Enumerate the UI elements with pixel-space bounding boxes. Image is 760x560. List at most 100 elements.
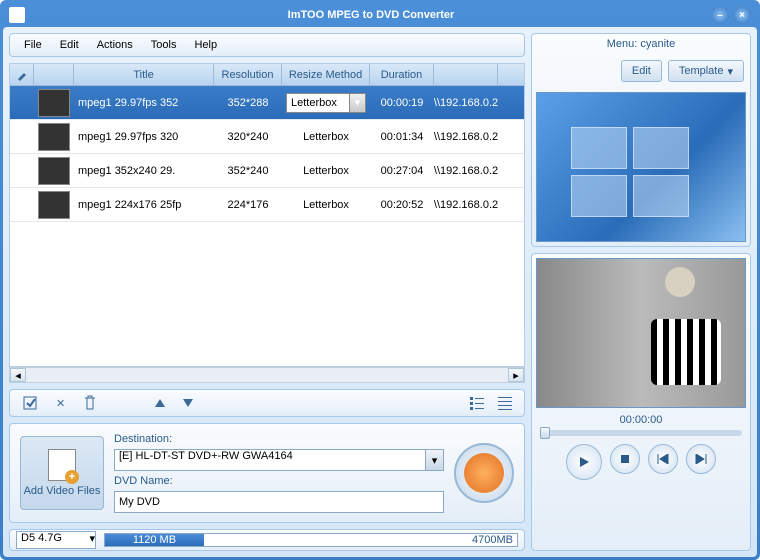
add-video-files-button[interactable]: Add Video Files bbox=[20, 436, 104, 510]
row-resize: Letterbox bbox=[282, 199, 370, 211]
video-thumb-icon bbox=[38, 123, 70, 151]
dvd-name-field[interactable] bbox=[115, 492, 443, 512]
slider-thumb[interactable] bbox=[540, 427, 550, 439]
resize-dropdown[interactable]: Letterbox▾ bbox=[286, 93, 366, 113]
col-thumb bbox=[34, 64, 74, 85]
video-thumb-icon bbox=[38, 89, 70, 117]
play-button[interactable] bbox=[566, 444, 602, 480]
menu-edit-button[interactable]: Edit bbox=[621, 60, 662, 82]
player-panel: 00:00:00 bbox=[531, 253, 751, 551]
row-resize: Letterbox bbox=[282, 131, 370, 143]
row-resize: Letterbox bbox=[282, 165, 370, 177]
chevron-down-icon: ▾ bbox=[727, 65, 733, 78]
prev-icon bbox=[657, 454, 669, 464]
row-duration: 00:20:52 bbox=[370, 199, 434, 211]
row-resolution: 224*176 bbox=[214, 199, 282, 211]
menu-preview[interactable] bbox=[536, 92, 746, 242]
disc-type-value: D5 4.7G bbox=[17, 532, 89, 548]
view-list-icon[interactable] bbox=[466, 392, 488, 414]
new-item-icon[interactable] bbox=[18, 391, 42, 415]
burn-button[interactable] bbox=[454, 443, 514, 503]
row-path: \\192.168.0.2 bbox=[434, 165, 498, 177]
row-path: \\192.168.0.2 bbox=[434, 97, 498, 109]
menu-tools[interactable]: Tools bbox=[143, 35, 185, 55]
chevron-down-icon[interactable]: ▾ bbox=[89, 532, 95, 548]
row-path: \\192.168.0.2 bbox=[434, 131, 498, 143]
video-preview[interactable] bbox=[536, 258, 746, 408]
view-detail-icon[interactable] bbox=[494, 392, 516, 414]
row-resolution: 352*240 bbox=[214, 165, 282, 177]
app-title: ImTOO MPEG to DVD Converter bbox=[31, 9, 711, 21]
destination-combo[interactable]: [E] HL-DT-ST DVD+-RW GWA4164 ▾ bbox=[114, 449, 444, 471]
row-title: mpeg1 29.97fps 320 bbox=[74, 131, 214, 143]
table-row[interactable]: mpeg1 29.97fps 352352*288 Letterbox▾ 00:00… bbox=[10, 86, 524, 120]
seek-slider[interactable] bbox=[532, 428, 750, 438]
video-frame-icon bbox=[665, 267, 695, 297]
destination-panel: Add Video Files Destination: [E] HL-DT-S… bbox=[9, 423, 525, 523]
scrollbar-horizontal[interactable]: ◂ ▸ bbox=[9, 367, 525, 383]
video-thumb-icon bbox=[38, 191, 70, 219]
capacity-bar: D5 4.7G ▾ 1120 MB 4700MB bbox=[9, 529, 525, 551]
titlebar: ImTOO MPEG to DVD Converter – × bbox=[3, 3, 757, 27]
next-button[interactable] bbox=[686, 444, 716, 474]
next-icon bbox=[695, 454, 707, 464]
col-resolution[interactable]: Resolution bbox=[214, 64, 282, 85]
chevron-down-icon[interactable]: ▾ bbox=[349, 94, 365, 112]
minimize-button[interactable]: – bbox=[711, 6, 729, 24]
disc-type-combo[interactable]: D5 4.7G ▾ bbox=[16, 531, 96, 549]
capacity-total: 4700MB bbox=[472, 534, 513, 546]
col-duration[interactable]: Duration bbox=[370, 64, 434, 85]
row-duration: 00:01:34 bbox=[370, 131, 434, 143]
row-resolution: 352*288 bbox=[214, 97, 282, 109]
menu-template-button[interactable]: Template ▾ bbox=[668, 60, 744, 82]
delete-icon[interactable]: ✕ bbox=[52, 393, 69, 414]
move-down-button[interactable] bbox=[179, 395, 197, 411]
menu-tile bbox=[571, 127, 627, 169]
file-plus-icon bbox=[48, 449, 76, 481]
app-icon bbox=[9, 7, 25, 23]
chevron-down-icon[interactable]: ▾ bbox=[425, 450, 443, 470]
menu-title: Menu: cyanite bbox=[532, 34, 750, 54]
capacity-meter: 1120 MB 4700MB bbox=[104, 533, 518, 547]
table-row[interactable]: mpeg1 224x176 25fp224*176Letterbox00:20:… bbox=[10, 188, 524, 222]
scroll-right-icon[interactable]: ▸ bbox=[508, 368, 524, 382]
capacity-used: 1120 MB bbox=[105, 534, 204, 546]
move-up-button[interactable] bbox=[151, 395, 169, 411]
add-files-label: Add Video Files bbox=[24, 485, 101, 497]
menu-edit[interactable]: Edit bbox=[52, 35, 87, 55]
dvd-name-label: DVD Name: bbox=[114, 475, 444, 487]
trash-icon[interactable] bbox=[79, 391, 101, 415]
play-icon bbox=[578, 456, 590, 468]
row-resize: Letterbox▾ bbox=[282, 93, 370, 113]
file-grid: Title Resolution Resize Method Duration … bbox=[9, 63, 525, 367]
destination-value: [E] HL-DT-ST DVD+-RW GWA4164 bbox=[115, 450, 425, 470]
video-thumb-icon bbox=[38, 157, 70, 185]
menu-panel: Menu: cyanite Edit Template ▾ bbox=[531, 33, 751, 247]
row-title: mpeg1 29.97fps 352 bbox=[74, 97, 214, 109]
burn-disc-icon bbox=[464, 453, 504, 493]
stop-icon bbox=[620, 454, 630, 464]
menu-actions[interactable]: Actions bbox=[89, 35, 141, 55]
menu-tile bbox=[633, 175, 689, 217]
table-row[interactable]: mpeg1 29.97fps 320320*240Letterbox00:01:… bbox=[10, 120, 524, 154]
menu-file[interactable]: File bbox=[16, 35, 50, 55]
menu-help[interactable]: Help bbox=[186, 35, 225, 55]
row-resolution: 320*240 bbox=[214, 131, 282, 143]
col-check[interactable] bbox=[10, 64, 34, 85]
table-row[interactable]: mpeg1 352x240 29.352*240Letterbox00:27:0… bbox=[10, 154, 524, 188]
row-duration: 00:00:19 bbox=[370, 97, 434, 109]
pencil-icon bbox=[16, 69, 28, 81]
col-path[interactable] bbox=[434, 64, 498, 85]
row-path: \\192.168.0.2 bbox=[434, 199, 498, 211]
col-title[interactable]: Title bbox=[74, 64, 214, 85]
col-resize[interactable]: Resize Method bbox=[282, 64, 370, 85]
stop-button[interactable] bbox=[610, 444, 640, 474]
row-title: mpeg1 224x176 25fp bbox=[74, 199, 214, 211]
prev-button[interactable] bbox=[648, 444, 678, 474]
menu-tile bbox=[633, 127, 689, 169]
dvd-name-input[interactable] bbox=[114, 491, 444, 513]
app-window: ImTOO MPEG to DVD Converter – × File Edi… bbox=[0, 0, 760, 560]
close-button[interactable]: × bbox=[733, 6, 751, 24]
destination-label: Destination: bbox=[114, 433, 444, 445]
scroll-left-icon[interactable]: ◂ bbox=[10, 368, 26, 382]
